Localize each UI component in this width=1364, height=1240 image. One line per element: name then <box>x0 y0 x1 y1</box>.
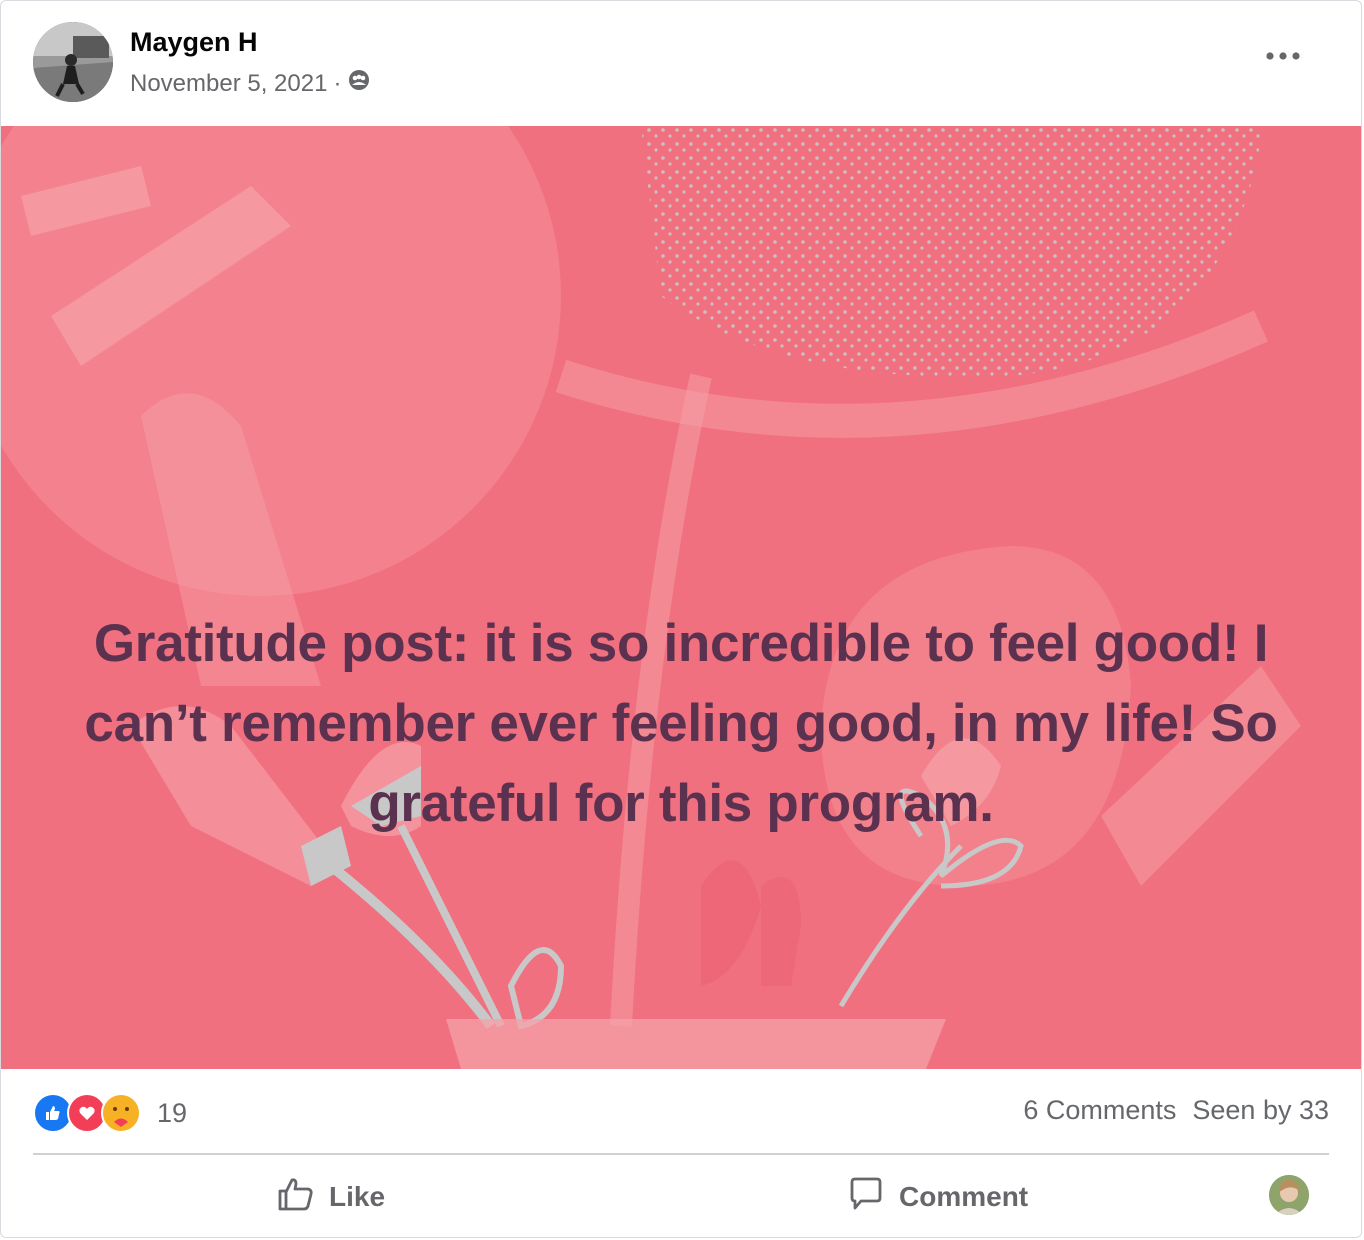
engagement-stats: 6 Comments Seen by 33 <box>1023 1095 1329 1126</box>
banner-illustration <box>1 126 1301 1069</box>
post-date[interactable]: November 5, 2021 <box>130 70 327 98</box>
author-avatar[interactable] <box>33 22 113 102</box>
like-label: Like <box>329 1181 386 1212</box>
like-icon <box>277 1175 315 1220</box>
meta-separator: · <box>333 69 342 97</box>
post-meta: November 5, 2021 · <box>130 68 371 99</box>
care-reaction-icon <box>101 1093 141 1133</box>
comment-label: Comment <box>899 1181 1029 1212</box>
like-button[interactable]: Like <box>277 1173 385 1221</box>
reaction-count[interactable]: 19 <box>157 1098 187 1129</box>
author-name[interactable]: Maygen H <box>130 27 258 58</box>
group-icon <box>347 68 371 99</box>
divider <box>33 1153 1329 1155</box>
post-actions: Like Comment <box>1 1161 1361 1233</box>
comment-icon <box>847 1175 885 1220</box>
comments-count[interactable]: 6 Comments <box>1023 1095 1176 1126</box>
post-stats: 19 6 Comments Seen by 33 <box>33 1087 1329 1139</box>
post-text: Gratitude post: it is so incredible to f… <box>84 614 1278 833</box>
reaction-summary[interactable]: 19 <box>33 1093 187 1133</box>
post-header: Maygen H November 5, 2021 · <box>1 1 1361 126</box>
comment-button[interactable]: Comment <box>847 1173 1028 1221</box>
viewer-avatar[interactable] <box>1269 1175 1309 1215</box>
seen-by-count[interactable]: Seen by 33 <box>1192 1095 1329 1126</box>
more-options-icon[interactable] <box>1263 41 1303 71</box>
post-card: Maygen H November 5, 2021 · Gratitude po… <box>0 0 1362 1238</box>
post-banner: Gratitude post: it is so incredible to f… <box>1 126 1361 1069</box>
